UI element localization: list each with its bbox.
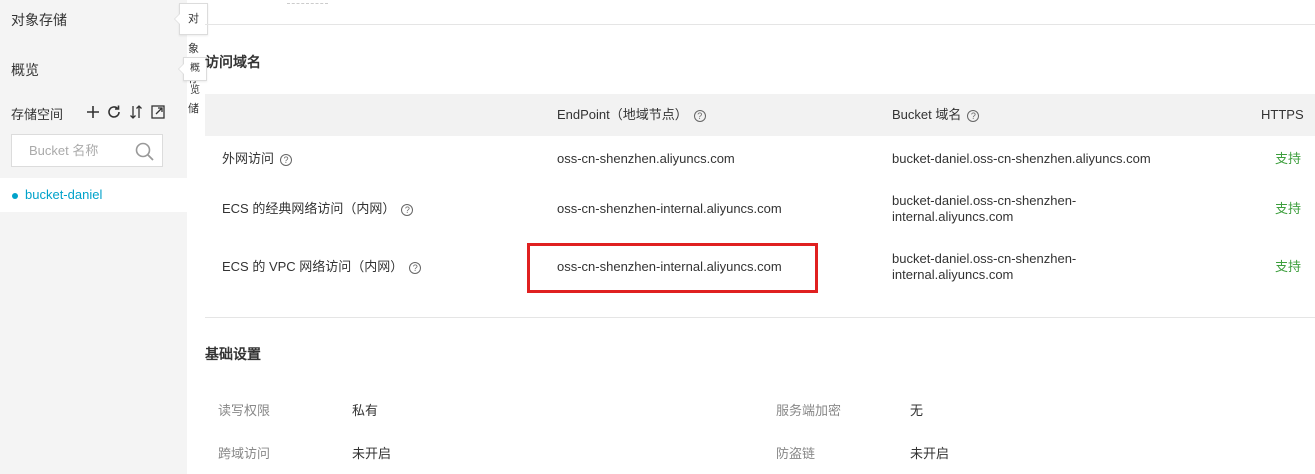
active-dot (12, 193, 18, 199)
setting-value: 未开启 (352, 446, 392, 461)
sidebar-item-overview[interactable]: 概览 (11, 60, 39, 80)
sidebar: 对象存储 对象存储 概览 概览 存储空间 bucket-daniel (0, 0, 208, 474)
help-icon[interactable]: ? (693, 109, 706, 122)
header-https: HTTPS (1261, 107, 1304, 122)
highlight-box (527, 243, 818, 293)
header-endpoint: EndPoint（地域节点）? (557, 107, 706, 122)
search-box (11, 134, 163, 167)
header-bucket-domain-label: Bucket 域名 (892, 107, 962, 122)
setting-label: 读写权限 (218, 403, 271, 418)
storage-label: 存储空间 (11, 107, 64, 122)
dashed-divider (287, 3, 328, 4)
title-tooltip: 对象存储 (174, 3, 208, 115)
header-endpoint-label: EndPoint（地域节点） (557, 107, 688, 122)
row-type: ECS 的 VPC 网络访问（内网）? (222, 259, 422, 274)
row-type-label: ECS 的经典网络访问（内网） (222, 201, 396, 216)
setting-label: 防盗链 (776, 446, 816, 461)
help-icon[interactable]: ? (409, 261, 422, 274)
header-bucket-domain: Bucket 域名? (892, 107, 980, 122)
row-type-label: ECS 的 VPC 网络访问（内网） (222, 259, 404, 274)
row-https: 支持 (1275, 201, 1302, 216)
setting-label: 跨域访问 (218, 446, 271, 461)
row-bucket-domain: bucket-daniel.oss-cn-shenzhen- (892, 251, 1077, 266)
setting-label: 服务端加密 (776, 403, 842, 418)
row-endpoint: oss-cn-shenzhen-internal.aliyuncs.com (557, 201, 782, 216)
row-type-label: 外网访问 (222, 151, 275, 166)
sort-icon[interactable] (128, 104, 144, 120)
help-icon[interactable]: ? (401, 203, 414, 216)
setting-value: 未开启 (910, 446, 950, 461)
row-type: 外网访问? (222, 151, 293, 166)
row-endpoint: oss-cn-shenzhen.aliyuncs.com (557, 151, 735, 166)
divider (205, 24, 1315, 25)
row-bucket-domain-cont: internal.aliyuncs.com (892, 209, 1014, 224)
row-https: 支持 (1275, 259, 1302, 274)
row-bucket-domain-cont: internal.aliyuncs.com (892, 267, 1014, 282)
overview-tooltip: 概览 (178, 57, 207, 96)
sidebar-item-bucket-daniel[interactable]: bucket-daniel (0, 178, 187, 212)
setting-value: 无 (910, 403, 924, 418)
basic-settings-title: 基础设置 (205, 346, 261, 362)
section-divider (205, 317, 1315, 318)
bucket-name: bucket-daniel (25, 187, 103, 202)
external-link-icon[interactable] (150, 104, 166, 120)
row-https: 支持 (1275, 151, 1302, 166)
row-type: ECS 的经典网络访问（内网）? (222, 201, 414, 216)
search-input[interactable] (12, 135, 139, 166)
search-icon[interactable] (135, 142, 154, 161)
help-icon[interactable]: ? (967, 109, 980, 122)
help-icon[interactable]: ? (280, 153, 293, 166)
row-bucket-domain: bucket-daniel.oss-cn-shenzhen- (892, 193, 1077, 208)
row-bucket-domain: bucket-daniel.oss-cn-shenzhen.aliyuncs.c… (892, 151, 1151, 166)
table-header (205, 94, 1315, 136)
plus-icon[interactable] (85, 104, 101, 120)
refresh-icon[interactable] (106, 104, 122, 120)
sidebar-title[interactable]: 对象存储 (11, 10, 67, 30)
access-domain-title: 访问域名 (205, 54, 261, 70)
setting-value: 私有 (352, 403, 379, 418)
